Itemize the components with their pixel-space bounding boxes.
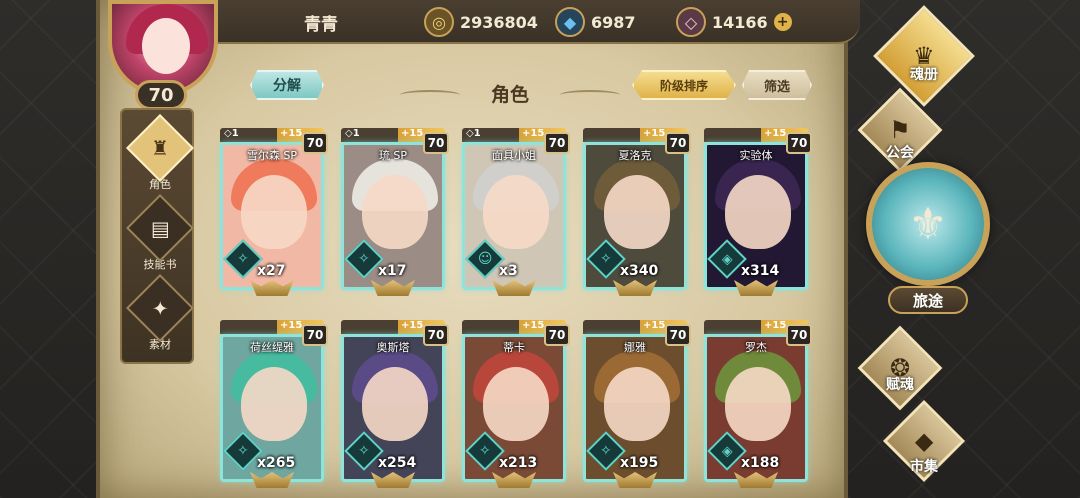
character-level: 70: [544, 132, 570, 154]
character-portrait: 实验体 ◈ x314: [704, 142, 808, 290]
nav-guild[interactable]: ⚑ 公会: [852, 87, 948, 173]
enhance-badge: +15: [522, 128, 545, 139]
crown-icon: ♛: [873, 5, 975, 107]
title-ornament-right: [560, 90, 620, 100]
character-card[interactable]: +15 夏洛克 ✧ x340 70: [583, 128, 693, 298]
decompose-button[interactable]: 分解: [250, 70, 324, 100]
pink-gem-icon: ◇: [676, 7, 706, 37]
shard-count: x254: [378, 455, 417, 471]
journey-emblem-icon: ⚜: [866, 162, 990, 286]
enhance-badge: +15: [764, 320, 787, 331]
character-portrait: 奥斯塔 ✧ x254: [341, 334, 445, 482]
currency-crystal: ◆ 6987: [555, 6, 636, 38]
enhance-badge: +15: [401, 128, 424, 139]
book-icon: ▤: [126, 194, 194, 262]
character-portrait: 罗杰 ◈ x188: [704, 334, 808, 482]
filter-button[interactable]: 筛选: [742, 70, 812, 100]
rank-badge: ◇1: [345, 128, 360, 139]
helmet-icon: ♜: [126, 114, 194, 182]
gold-amount: 2936804: [460, 12, 538, 32]
material-icon: ✦: [126, 274, 194, 342]
shard-count: x27: [257, 263, 286, 279]
character-level: 70: [423, 324, 449, 346]
shard-count: x265: [257, 455, 296, 471]
nav-market[interactable]: ◆ 市集: [876, 399, 972, 483]
nav-guild-label: 公会: [886, 145, 914, 161]
shard-count: x17: [378, 263, 407, 279]
character-portrait: 琉 SP ✧ x17: [341, 142, 445, 290]
shard-count: x340: [620, 263, 659, 279]
currency-gold: ◎ 2936804: [424, 6, 538, 38]
shard-count: x3: [499, 263, 518, 279]
nav-soul-book[interactable]: ♛ 魂册: [873, 5, 975, 107]
shard-count: x314: [741, 263, 780, 279]
enhance-badge: +15: [643, 128, 666, 139]
character-portrait: 娜雅 ✧ x195: [583, 334, 687, 482]
enhance-badge: +15: [643, 320, 666, 331]
character-level: 70: [665, 132, 691, 154]
blue-crystal-icon: ◆: [555, 7, 585, 37]
character-level: 70: [544, 324, 570, 346]
nav-soul-gift[interactable]: ❂ 赋魂: [852, 325, 948, 411]
sort-by-rank-button[interactable]: 阶级排序: [632, 70, 736, 100]
shard-count: x195: [620, 455, 659, 471]
character-level: 70: [302, 132, 328, 154]
character-level: 70: [302, 324, 328, 346]
gem-amount: 14166: [712, 12, 768, 32]
flame-icon: ❂: [857, 325, 943, 411]
player-name: 青青: [304, 15, 338, 35]
title-ornament-left: [400, 90, 460, 100]
journey-button[interactable]: ⚜ 旅途: [866, 162, 990, 322]
character-card[interactable]: +15 罗杰 ◈ x188 70: [704, 320, 814, 490]
journey-label: 旅途: [888, 286, 968, 314]
character-card[interactable]: ◇1 +15 面具小姐 ☺ x3 70: [462, 128, 572, 298]
enhance-badge: +15: [280, 320, 303, 331]
character-level: 70: [665, 324, 691, 346]
character-card[interactable]: +15 娜雅 ✧ x195 70: [583, 320, 693, 490]
enhance-badge: +15: [401, 320, 424, 331]
enhance-badge: +15: [522, 320, 545, 331]
enhance-badge: +15: [764, 128, 787, 139]
player-level-badge: 70: [135, 80, 187, 110]
character-card[interactable]: ◇1 +15 琉 SP ✧ x17 70: [341, 128, 451, 298]
currency-gem[interactable]: ◇ 14166 +: [676, 6, 792, 38]
character-card[interactable]: +15 奥斯塔 ✧ x254 70: [341, 320, 451, 490]
character-portrait: 面具小姐 ☺ x3: [462, 142, 566, 290]
character-grid: ◇1 +15 雪尔森 SP ✧ x27 70 ◇1 +15 琉 SP ✧ x17 70 ◇1 +15 面具小…: [220, 128, 820, 490]
shard-count: x213: [499, 455, 538, 471]
character-level: 70: [423, 132, 449, 154]
character-portrait: 夏洛克 ✧ x340: [583, 142, 687, 290]
rank-badge: ◇1: [224, 128, 239, 139]
sidebar-item-characters[interactable]: ♜ 角色: [126, 114, 194, 194]
left-sidebar: ♜ 角色 ▤ 技能书 ✦ 素材: [120, 108, 194, 364]
character-portrait: 雪尔森 SP ✧ x27: [220, 142, 324, 290]
character-portrait: 荷丝缇雅 ✧ x265: [220, 334, 324, 482]
page-title: 角色: [490, 84, 529, 106]
character-card[interactable]: +15 实验体 ◈ x314 70: [704, 128, 814, 298]
character-level: 70: [786, 132, 812, 154]
shard-count: x188: [741, 455, 780, 471]
character-card[interactable]: +15 荷丝缇雅 ✧ x265 70: [220, 320, 330, 490]
character-level: 70: [786, 324, 812, 346]
nav-soul-gift-label: 赋魂: [886, 377, 914, 393]
enhance-badge: +15: [280, 128, 303, 139]
rank-badge: ◇1: [466, 128, 481, 139]
sidebar-item-skill-books[interactable]: ▤ 技能书: [126, 194, 194, 274]
character-portrait: 蒂卡 ✧ x213: [462, 334, 566, 482]
crystal-amount: 6987: [591, 12, 636, 32]
gold-coin-icon: ◎: [424, 7, 454, 37]
nav-soul-book-label: 魂册: [910, 67, 938, 83]
nav-market-label: 市集: [910, 459, 938, 475]
add-gem-button[interactable]: +: [773, 13, 792, 31]
sidebar-item-materials[interactable]: ✦ 素材: [126, 274, 194, 354]
character-card[interactable]: +15 蒂卡 ✧ x213 70: [462, 320, 572, 490]
character-card[interactable]: ◇1 +15 雪尔森 SP ✧ x27 70: [220, 128, 330, 298]
